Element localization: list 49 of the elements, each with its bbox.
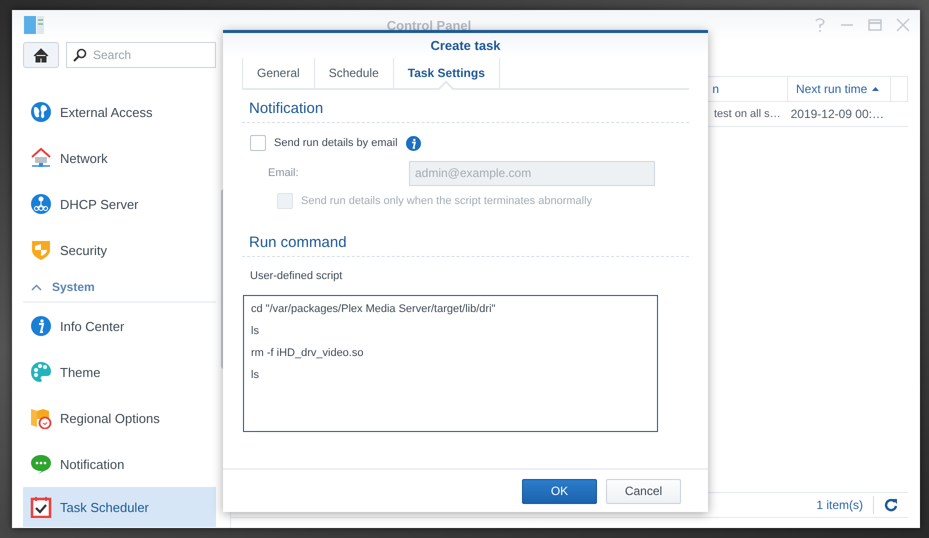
home-icon: [33, 48, 49, 62]
section-heading: Run command: [242, 234, 689, 257]
script-field[interactable]: cd "/var/packages/Plex Media Server/target/lib/dri" ls rm -f iHD_drv_video.so ls: [243, 295, 658, 432]
sidebar-item[interactable]: Info Center: [23, 303, 216, 349]
sidebar-item[interactable]: Theme: [23, 349, 216, 395]
house-icon: [30, 147, 52, 169]
section-header[interactable]: System: [23, 273, 216, 303]
refresh-icon[interactable]: [884, 498, 898, 512]
tab[interactable]: Schedule: [314, 58, 393, 88]
sidebar-item[interactable]: Task Scheduler: [23, 487, 216, 527]
chat-bubble-icon: [30, 453, 52, 475]
close-icon[interactable]: [896, 18, 910, 32]
sidebar-item[interactable]: Network: [23, 135, 216, 181]
sort-arrow-icon: [872, 87, 880, 91]
sidebar-item[interactable]: Regional Options: [23, 395, 216, 441]
window-title: Control Panel: [386, 18, 472, 32]
maximize-icon[interactable]: [868, 18, 882, 32]
search-field[interactable]: Search: [66, 42, 216, 68]
table-cell: test on all s…: [714, 108, 781, 120]
dialog-title: Create task: [223, 33, 708, 58]
calendar-check-icon: [30, 496, 52, 518]
cancel-button[interactable]: Cancel: [606, 478, 681, 504]
shield-icon: [30, 239, 52, 261]
sidebar-item[interactable]: External Access: [23, 89, 216, 135]
search-icon: [73, 48, 87, 62]
sidebar-item[interactable]: DHCP Server: [23, 181, 216, 227]
help-icon[interactable]: [814, 18, 826, 32]
info-icon: [406, 136, 421, 150]
app-icon: [24, 15, 44, 35]
column-header[interactable]: Next run time: [788, 77, 891, 101]
sidebar-item[interactable]: Security: [23, 227, 216, 273]
sidebar-item[interactable]: Notification: [23, 441, 216, 487]
ok-button[interactable]: OK: [522, 478, 597, 504]
tab[interactable]: Task Settings: [392, 58, 500, 88]
tab[interactable]: General: [242, 58, 314, 88]
network-nodes-icon: [30, 193, 52, 215]
info-icon: [30, 315, 52, 337]
map-clock-icon: [30, 407, 52, 429]
item-count: 1 item(s): [816, 496, 874, 514]
palette-icon: [30, 361, 52, 383]
field-label: User-defined script: [250, 270, 342, 282]
chevron-icon: [31, 284, 42, 290]
checkbox-label: Send run details by email: [274, 137, 398, 149]
home-button[interactable]: [23, 42, 59, 68]
checkbox[interactable]: [250, 135, 266, 151]
section-heading: Notification: [242, 100, 689, 123]
field-label: Email:: [268, 167, 300, 179]
checkbox-label: Send run details only when the script terminates abnormally: [301, 195, 592, 207]
table-cell: 2019-12-09 00:…: [790, 107, 884, 121]
